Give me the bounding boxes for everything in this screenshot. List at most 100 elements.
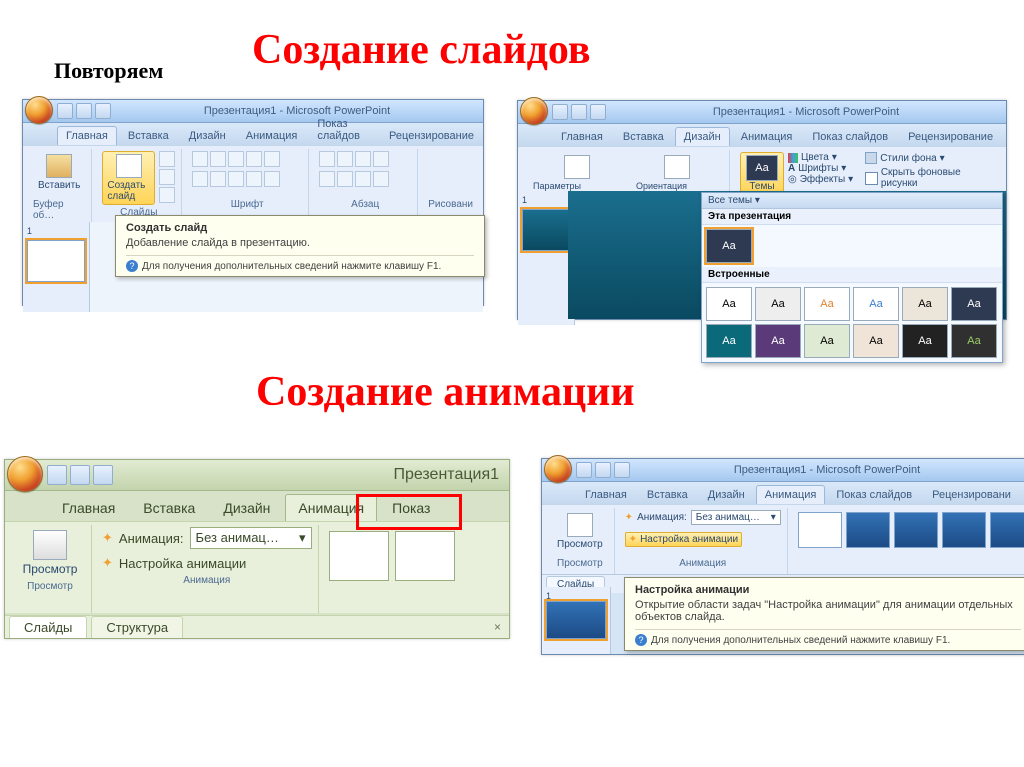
- clear-format-button[interactable]: [228, 171, 244, 187]
- preview-button[interactable]: Просмотр: [552, 510, 608, 553]
- slide-thumbnail[interactable]: [27, 240, 85, 282]
- office-button[interactable]: [7, 456, 43, 492]
- numbering-button[interactable]: [337, 151, 353, 167]
- qat-save-icon[interactable]: [552, 104, 568, 120]
- qat-redo-icon[interactable]: [93, 465, 113, 485]
- qat-undo-icon[interactable]: [571, 104, 587, 120]
- custom-animation-button[interactable]: ✦ Настройка анимации: [625, 532, 742, 547]
- office-button[interactable]: [544, 455, 572, 483]
- theme-swatch[interactable]: Aa: [755, 287, 801, 321]
- paste-button[interactable]: Вставить: [33, 151, 85, 194]
- theme-swatch[interactable]: Aa: [853, 287, 899, 321]
- indent-inc-button[interactable]: [373, 151, 389, 167]
- transition-none[interactable]: [798, 512, 842, 548]
- tab-design[interactable]: Дизайн: [210, 494, 283, 521]
- tab-slideshow[interactable]: Показ слайдов: [827, 485, 921, 504]
- qat-save-icon[interactable]: [576, 462, 592, 478]
- shadow-button[interactable]: [246, 151, 262, 167]
- qat-redo-icon[interactable]: [614, 462, 630, 478]
- transition-thumb[interactable]: [942, 512, 986, 548]
- transition-thumb[interactable]: [990, 512, 1024, 548]
- theme-swatch[interactable]: Aa: [804, 324, 850, 358]
- qat-save-icon[interactable]: [47, 465, 67, 485]
- change-case-button[interactable]: [264, 171, 280, 187]
- tab-design[interactable]: Дизайн: [699, 485, 754, 504]
- animation-combo[interactable]: Без анимац…▾: [190, 527, 312, 549]
- theme-fonts-button[interactable]: AШрифты ▾: [788, 163, 853, 174]
- animation-combo[interactable]: Без анимац…▾: [691, 510, 781, 525]
- tab-home[interactable]: Главная: [552, 127, 612, 146]
- hide-background-checkbox[interactable]: Скрыть фоновые рисунки: [865, 167, 996, 189]
- tab-insert[interactable]: Вставка: [614, 127, 673, 146]
- tab-insert[interactable]: Вставка: [638, 485, 697, 504]
- theme-swatch[interactable]: Aa: [706, 324, 752, 358]
- tab-home[interactable]: Главная: [49, 494, 128, 521]
- dropdown-section: Эта презентация: [702, 209, 1002, 225]
- theme-swatch[interactable]: Aa: [951, 324, 997, 358]
- preview-button[interactable]: Просмотр: [15, 527, 85, 579]
- transition-thumb[interactable]: [894, 512, 938, 548]
- theme-swatch[interactable]: Aa: [706, 287, 752, 321]
- tab-design[interactable]: Дизайн: [180, 126, 235, 145]
- theme-colors-button[interactable]: Цвета ▾: [788, 152, 853, 163]
- background-styles-button[interactable]: Стили фона ▾: [865, 152, 996, 164]
- tab-home[interactable]: Главная: [57, 126, 117, 145]
- theme-swatch[interactable]: Aa: [804, 287, 850, 321]
- qat-undo-icon[interactable]: [76, 103, 92, 119]
- theme-swatch[interactable]: Aa: [902, 287, 948, 321]
- font-grow-button[interactable]: [192, 171, 208, 187]
- qat-redo-icon[interactable]: [590, 104, 606, 120]
- justify-button[interactable]: [373, 171, 389, 187]
- theme-swatch[interactable]: Aa: [902, 324, 948, 358]
- tab-animation[interactable]: Анимация: [732, 127, 802, 146]
- tab-review[interactable]: Рецензирование: [899, 127, 1002, 146]
- strike-button[interactable]: [264, 151, 280, 167]
- panel-tab-slides[interactable]: Слайды: [9, 616, 87, 638]
- theme-effects-button[interactable]: ◎Эффекты ▾: [788, 174, 853, 185]
- themes-gallery-button[interactable]: Aa Темы: [740, 152, 784, 195]
- theme-swatch[interactable]: Aa: [951, 287, 997, 321]
- delete-button[interactable]: [159, 187, 175, 203]
- tab-review[interactable]: Рецензировани: [923, 485, 1020, 504]
- char-spacing-button[interactable]: [246, 171, 262, 187]
- tab-animation[interactable]: Анимация: [237, 126, 307, 145]
- office-button[interactable]: [25, 96, 53, 124]
- transition-thumb[interactable]: [329, 531, 389, 581]
- italic-button[interactable]: [210, 151, 226, 167]
- align-center-button[interactable]: [337, 171, 353, 187]
- slide-thumbnail[interactable]: [522, 209, 570, 251]
- transition-thumb[interactable]: [395, 531, 455, 581]
- qat-undo-icon[interactable]: [595, 462, 611, 478]
- tab-design[interactable]: Дизайн: [675, 127, 730, 146]
- underline-button[interactable]: [228, 151, 244, 167]
- align-right-button[interactable]: [355, 171, 371, 187]
- indent-dec-button[interactable]: [355, 151, 371, 167]
- close-panel-icon[interactable]: ×: [494, 620, 501, 634]
- slide-thumbnail[interactable]: [546, 601, 606, 639]
- align-left-button[interactable]: [319, 171, 335, 187]
- layout-button[interactable]: [159, 151, 175, 167]
- theme-swatch[interactable]: Aa: [755, 324, 801, 358]
- tab-insert[interactable]: Вставка: [119, 126, 178, 145]
- transition-thumb[interactable]: [846, 512, 890, 548]
- tab-slideshow[interactable]: Показ слайдов: [308, 114, 378, 145]
- bold-button[interactable]: [192, 151, 208, 167]
- qat-redo-icon[interactable]: [95, 103, 111, 119]
- qat-save-icon[interactable]: [57, 103, 73, 119]
- tab-insert[interactable]: Вставка: [130, 494, 208, 521]
- tab-home[interactable]: Главная: [576, 485, 636, 504]
- bullets-button[interactable]: [319, 151, 335, 167]
- font-shrink-button[interactable]: [210, 171, 226, 187]
- tab-animation[interactable]: Анимация: [756, 485, 826, 504]
- tab-slideshow[interactable]: Показ слайдов: [803, 127, 897, 146]
- theme-swatch[interactable]: Aa: [853, 324, 899, 358]
- panel-tab-outline[interactable]: Структура: [91, 616, 183, 638]
- tooltip-help: ? Для получения дополнительных сведений …: [635, 629, 1021, 646]
- qat-undo-icon[interactable]: [70, 465, 90, 485]
- new-slide-button[interactable]: Создать слайд: [102, 151, 155, 205]
- office-button[interactable]: [520, 97, 548, 125]
- custom-animation-button[interactable]: ✦ Настройка анимации: [102, 555, 246, 571]
- theme-swatch[interactable]: Aa: [706, 229, 752, 263]
- tab-review[interactable]: Рецензирование: [380, 126, 483, 145]
- reset-button[interactable]: [159, 169, 175, 185]
